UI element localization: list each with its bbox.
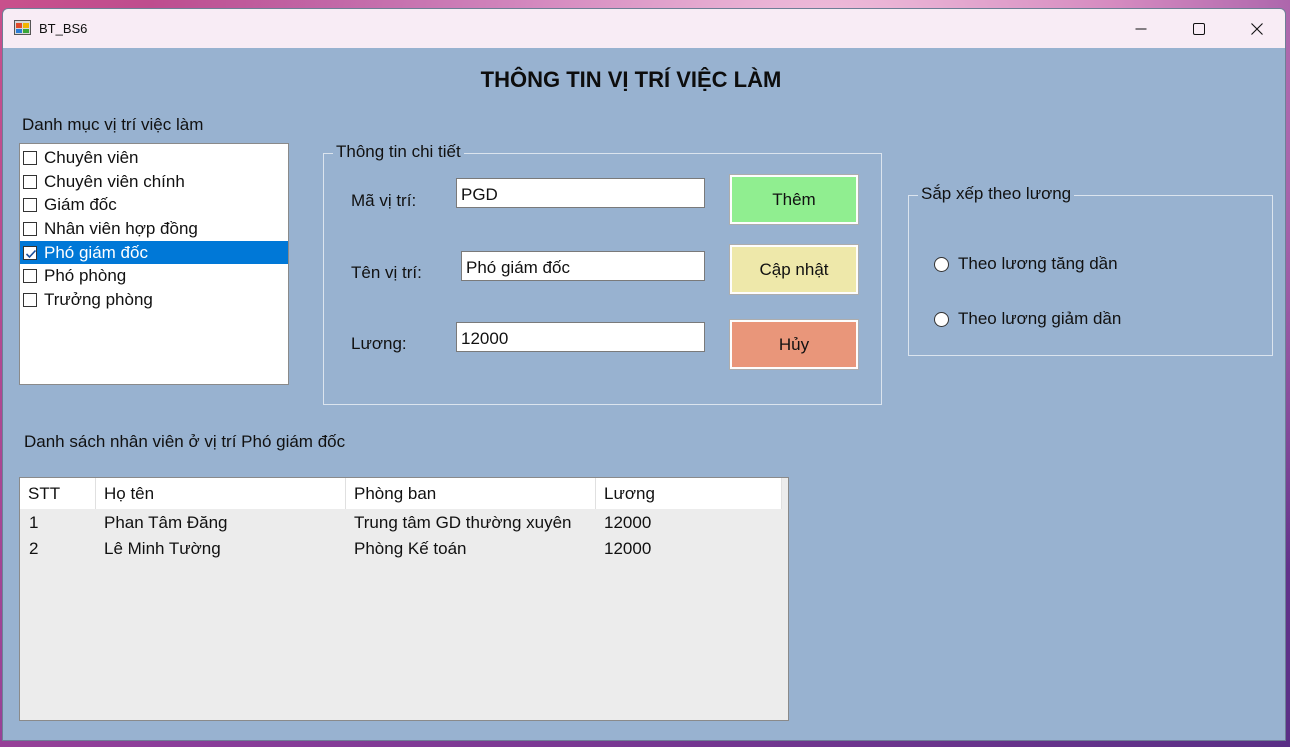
- sort-ascending-option[interactable]: Theo lương tăng dần: [934, 254, 1118, 274]
- minimize-icon: [1135, 28, 1147, 29]
- position-item-nhan-vien-hop-dong[interactable]: Nhân viên hợp đồng: [20, 217, 288, 241]
- details-legend: Thông tin chi tiết: [333, 142, 464, 162]
- checkbox[interactable]: [23, 174, 37, 189]
- employees-grid[interactable]: STT Họ tên Phòng ban Lương 1 Phan Tâm Đă…: [19, 477, 789, 721]
- radio-button[interactable]: [934, 256, 949, 272]
- code-input[interactable]: [456, 178, 705, 208]
- position-item-giam-doc[interactable]: Giám đốc: [20, 193, 288, 217]
- position-item-pho-giam-doc[interactable]: Phó giám đốc: [20, 240, 288, 265]
- column-header-stt[interactable]: STT: [20, 478, 96, 509]
- checkbox[interactable]: [23, 292, 37, 307]
- minimize-button[interactable]: [1112, 9, 1170, 48]
- column-header-name[interactable]: Họ tên: [96, 478, 346, 509]
- cell-name: Phan Tâm Đăng: [104, 513, 228, 532]
- form-client-area: THÔNG TIN VỊ TRÍ VIỆC LÀM Danh mục vị tr…: [3, 48, 1285, 740]
- cell-stt: 1: [29, 513, 39, 532]
- table-row[interactable]: 1 Phan Tâm Đăng Trung tâm GD thường xuyê…: [20, 510, 782, 536]
- maximize-icon: [1193, 22, 1205, 35]
- checkbox[interactable]: [23, 198, 37, 213]
- position-item-label: Trưởng phòng: [44, 289, 153, 309]
- checkbox-checked[interactable]: [23, 245, 37, 260]
- cell-department: Trung tâm GD thường xuyên: [354, 513, 572, 532]
- code-label: Mã vị trí:: [351, 191, 417, 210]
- app-icon: [14, 20, 31, 35]
- title-bar[interactable]: BT_BS6: [3, 9, 1285, 48]
- app-window: BT_BS6 THÔNG TIN VỊ TRÍ VIỆC LÀM Danh mụ…: [2, 8, 1286, 741]
- cell-name: Lê Minh Tường: [104, 539, 221, 558]
- salary-label: Lương:: [351, 334, 407, 353]
- position-item-chuyen-vien[interactable]: Chuyên viên: [20, 146, 288, 170]
- column-header-salary[interactable]: Lương: [596, 478, 782, 509]
- name-input[interactable]: [461, 251, 705, 281]
- sort-descending-label: Theo lương giảm dần: [958, 309, 1122, 328]
- sort-descending-option[interactable]: Theo lương giảm dần: [934, 309, 1121, 329]
- positions-label: Danh mục vị trí việc làm: [22, 115, 204, 134]
- cell-salary: 12000: [604, 513, 652, 532]
- sort-legend: Sắp xếp theo lương: [918, 184, 1075, 204]
- checkbox[interactable]: [23, 150, 37, 165]
- sort-ascending-label: Theo lương tăng dần: [958, 254, 1118, 273]
- position-item-label: Giám đốc: [44, 195, 117, 215]
- maximize-button[interactable]: [1170, 9, 1228, 48]
- cell-stt: 2: [29, 539, 39, 558]
- position-item-label: Phó phòng: [44, 266, 127, 286]
- position-item-label: Phó giám đốc: [44, 242, 148, 262]
- position-item-chuyen-vien-chinh[interactable]: Chuyên viên chính: [20, 170, 288, 194]
- sort-groupbox: Sắp xếp theo lương: [908, 184, 1273, 356]
- position-item-label: Nhân viên hợp đồng: [44, 218, 198, 238]
- cancel-button[interactable]: Hủy: [729, 319, 859, 370]
- add-button[interactable]: Thêm: [729, 174, 859, 225]
- name-label: Tên vị trí:: [351, 263, 422, 282]
- window-title: BT_BS6: [39, 21, 88, 36]
- close-icon: [1251, 22, 1263, 35]
- radio-button[interactable]: [934, 311, 949, 327]
- close-button[interactable]: [1228, 9, 1285, 48]
- salary-input[interactable]: [456, 322, 705, 352]
- position-item-truong-phong[interactable]: Trưởng phòng: [20, 288, 288, 312]
- cell-salary: 12000: [604, 539, 652, 558]
- grid-header: STT Họ tên Phòng ban Lương: [20, 478, 782, 509]
- positions-checked-list[interactable]: Chuyên viên Chuyên viên chính Giám đốc N…: [19, 143, 289, 385]
- employees-label: Danh sách nhân viên ở vị trí Phó giám đố…: [24, 432, 346, 451]
- page-title: THÔNG TIN VỊ TRÍ VIỆC LÀM: [480, 67, 782, 92]
- checkbox[interactable]: [23, 269, 37, 284]
- position-item-pho-phong[interactable]: Phó phòng: [20, 264, 288, 288]
- column-header-department[interactable]: Phòng ban: [346, 478, 596, 509]
- position-item-label: Chuyên viên: [44, 147, 139, 167]
- checkbox[interactable]: [23, 221, 37, 236]
- cell-department: Phòng Kế toán: [354, 539, 467, 558]
- position-item-label: Chuyên viên chính: [44, 171, 185, 191]
- checkmark-icon: [25, 249, 37, 258]
- update-button[interactable]: Cập nhật: [729, 244, 859, 295]
- table-row[interactable]: 2 Lê Minh Tường Phòng Kế toán 12000: [20, 536, 782, 562]
